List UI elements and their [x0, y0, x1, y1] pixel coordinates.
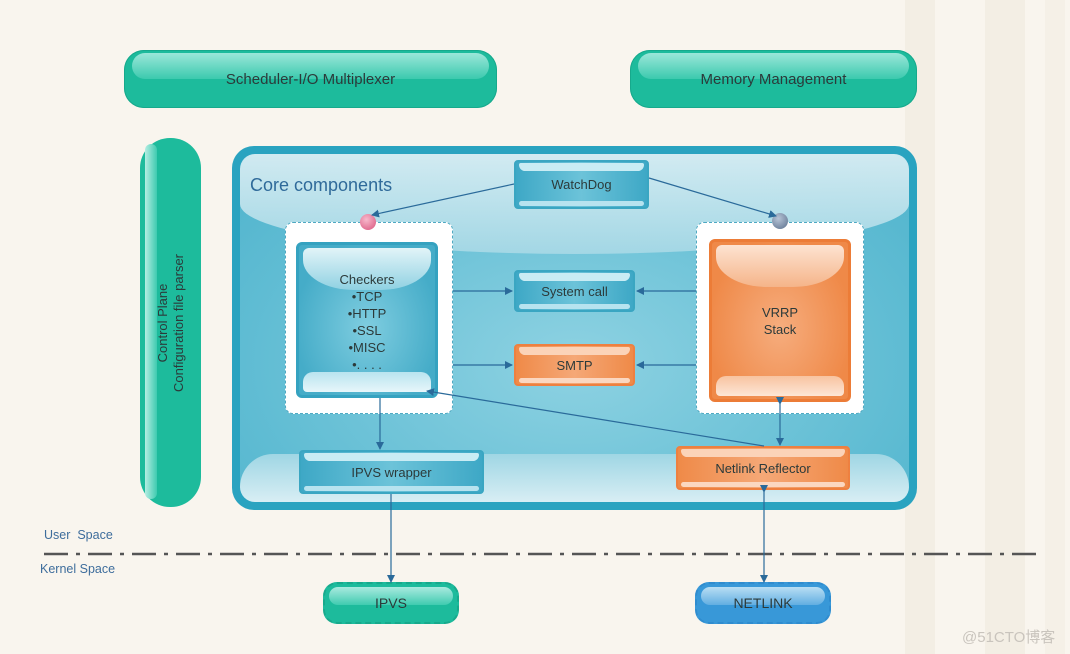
arrow-reflector-to-checkers: [426, 388, 765, 447]
ipvs-wrapper-label: IPVS wrapper: [351, 464, 432, 480]
netlink-reflector-label: Netlink Reflector: [715, 460, 811, 476]
watermark: @51CTO博客: [962, 629, 1056, 646]
connector-lines: [44, 177, 1042, 583]
arrow-watchdog-to-vrrp: [648, 177, 777, 218]
watchdog-label: WatchDog: [551, 177, 612, 192]
system-call-label: System call: [541, 283, 608, 299]
smtp-label: SMTP: [556, 357, 593, 373]
arrow-watchdog-to-checkers: [371, 183, 515, 218]
